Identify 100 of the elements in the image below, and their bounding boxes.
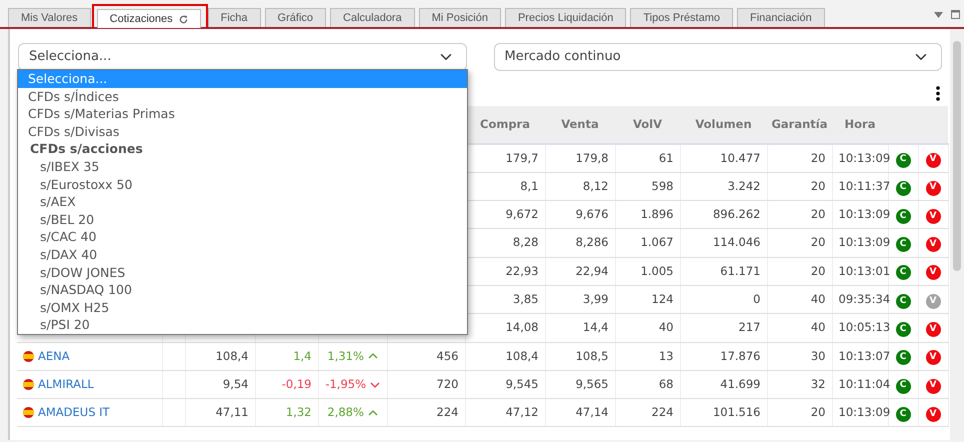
dropdown-option[interactable]: s/PSI 20	[18, 316, 467, 334]
table-cell: 10:13:09	[838, 207, 890, 222]
flag-icon	[23, 379, 34, 390]
table-cell: 10:05:13	[838, 320, 890, 334]
dropdown-option[interactable]: s/CAC 40	[18, 228, 467, 246]
table-cell: 22,93	[506, 264, 538, 278]
buy-button[interactable]: C	[896, 237, 910, 252]
buy-button[interactable]: C	[896, 350, 910, 366]
table-cell: -0,19	[282, 376, 312, 391]
dropdown-option[interactable]: CFDs s/Materias Primas	[18, 105, 467, 123]
table-cell: 47,14	[576, 405, 608, 420]
table-cell: 40	[810, 292, 826, 306]
buy-button[interactable]: C	[896, 265, 910, 280]
table-cell: 14,08	[506, 320, 538, 334]
table-cell: 896.262	[712, 207, 760, 222]
product-select[interactable]: Selecciona...	[18, 43, 466, 71]
table-cell: 09:35:34	[838, 292, 890, 306]
table-cell: -1,95%	[325, 376, 366, 391]
table-cell: 108,4	[216, 348, 248, 363]
dropdown-option[interactable]: s/AEX	[18, 193, 467, 211]
column-header[interactable]: Volumen	[680, 106, 767, 144]
buy-button[interactable]: C	[896, 406, 910, 422]
tab[interactable]: Mis Valores	[8, 8, 91, 27]
dropdown-arrow-icon[interactable]	[934, 12, 943, 18]
table-cell: 3,99	[582, 292, 608, 306]
table-cell: 10:13:09	[838, 235, 890, 250]
dropdown-option[interactable]: s/OMX H25	[18, 298, 467, 316]
tab[interactable]: Financiación	[736, 8, 825, 27]
tab[interactable]: Cotizaciones	[96, 9, 201, 28]
tab[interactable]: Ficha	[208, 8, 261, 27]
table-cell: 20	[810, 235, 826, 250]
table-cell: 224	[652, 405, 674, 420]
table-cell: 10:13:09	[838, 150, 890, 165]
stock-name-link[interactable]: AMADEUS IT	[38, 404, 110, 422]
tab[interactable]: Calculadora	[330, 8, 415, 27]
table-cell: 10:11:04	[838, 376, 890, 391]
table-cell: 9,676	[576, 207, 608, 222]
table-cell: 108,5	[576, 348, 608, 363]
dropdown-option[interactable]: s/BEL 20	[18, 210, 467, 228]
sell-button[interactable]: V	[926, 208, 940, 224]
buy-button[interactable]: C	[896, 294, 910, 309]
sell-button[interactable]: V	[926, 406, 940, 422]
table-cell: 217	[738, 320, 760, 334]
table-cell: 9,545	[506, 376, 538, 391]
table-cell: 30	[810, 348, 826, 363]
flag-icon	[23, 350, 34, 362]
dropdown-option[interactable]: CFDs s/Divisas	[18, 122, 467, 140]
dropdown-option[interactable]: s/NASDAQ 100	[18, 281, 467, 299]
tab[interactable]: Mi Posición	[418, 8, 501, 27]
table-cell: 1,4	[293, 348, 312, 363]
table-cell: 224	[436, 405, 458, 420]
maximize-icon[interactable]	[951, 10, 960, 19]
sell-button[interactable]: V	[926, 322, 940, 338]
buy-button[interactable]: C	[896, 152, 910, 168]
table-cell: 10:11:37	[838, 178, 890, 193]
sell-button[interactable]: V	[926, 152, 940, 168]
sell-button[interactable]: V	[926, 180, 940, 196]
more-options-icon[interactable]	[936, 86, 940, 101]
buy-button[interactable]: C	[896, 208, 910, 224]
table-cell: 1.067	[640, 235, 674, 250]
table-cell: 8,286	[576, 235, 608, 250]
dropdown-option[interactable]: s/IBEX 35	[18, 158, 467, 176]
column-header[interactable]: Venta	[545, 106, 615, 144]
dropdown-option[interactable]: s/Eurostoxx 50	[18, 176, 467, 194]
stock-name-link[interactable]: ALMIRALL	[38, 376, 94, 394]
table-cell: 40	[810, 320, 826, 334]
sell-button[interactable]: V	[926, 265, 940, 280]
dropdown-option[interactable]: Selecciona...	[18, 70, 467, 88]
dropdown-option[interactable]: CFDs s/Índices	[18, 88, 467, 106]
sell-button[interactable]: V	[926, 350, 940, 366]
column-header[interactable]: VolV	[615, 106, 680, 144]
dropdown-option[interactable]: s/DAX 40	[18, 246, 467, 264]
option-group-label: CFDs s/acciones	[29, 140, 144, 158]
table-cell: 1,32	[286, 405, 312, 420]
column-header[interactable]: Garantía	[767, 106, 832, 144]
table-cell: 124	[652, 292, 674, 306]
dropdown-option[interactable]: s/DOW JONES	[18, 264, 467, 282]
table-cell: 101.516	[712, 405, 760, 420]
refresh-icon[interactable]	[178, 14, 188, 24]
sell-button[interactable]: V	[926, 378, 940, 394]
column-header[interactable]: Hora	[832, 106, 888, 144]
stock-name-link[interactable]: AENA	[38, 348, 70, 365]
table-cell: 179,8	[576, 150, 608, 165]
table-cell: 10:13:09	[838, 405, 890, 420]
buy-button[interactable]: C	[896, 180, 910, 196]
table-cell: 1.005	[640, 264, 674, 278]
sell-button[interactable]: V	[926, 237, 940, 252]
tab[interactable]: Tipos Préstamo	[630, 8, 733, 27]
table-cell: 9,565	[576, 376, 608, 391]
market-select[interactable]: Mercado continuo	[494, 43, 942, 71]
column-header[interactable]: Compra	[465, 106, 545, 144]
table-cell: 47,12	[506, 405, 538, 420]
tab[interactable]: Precios Liquidación	[504, 8, 626, 27]
tab[interactable]: Gráfico	[264, 8, 326, 27]
table-cell: 10:13:07	[838, 348, 890, 363]
table-cell: 456	[436, 348, 458, 363]
table-cell: 20	[810, 150, 826, 165]
table-cell: 720	[436, 376, 458, 391]
buy-button[interactable]: C	[896, 322, 910, 338]
buy-button[interactable]: C	[896, 378, 910, 394]
